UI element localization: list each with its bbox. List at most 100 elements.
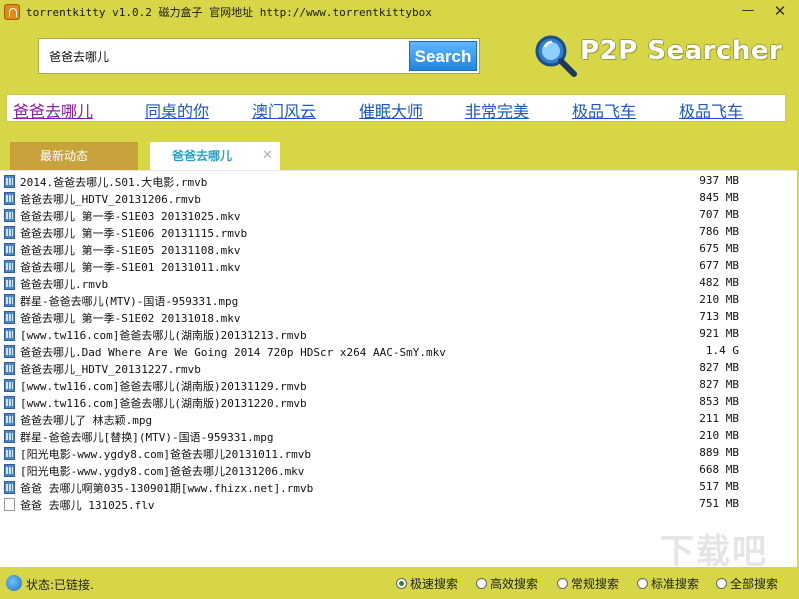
file-name: 爸爸去哪儿_HDTV_20131206.rmvb: [20, 193, 201, 206]
result-row[interactable]: 爸爸去哪儿 第一季-S1E02 20131018.mkv 713 MB: [0, 309, 797, 326]
title-bar: torrentkitty v1.0.2 磁力盒子 官网地址 http://www…: [0, 0, 799, 24]
video-file-icon: [4, 447, 15, 460]
result-row[interactable]: 爸爸去哪儿了 林志颖.mpg 211 MB: [0, 411, 797, 428]
file-name: 群星-爸爸去哪儿[替换](MTV)-国语-959331.mpg: [20, 431, 274, 444]
search-input[interactable]: [39, 39, 407, 73]
file-size: 668 MB: [699, 463, 739, 476]
video-file-icon: [4, 311, 15, 324]
status-bar: 状态:已链接. 极速搜索 高效搜索 常规搜索 标准搜索 全部搜索: [0, 567, 799, 599]
radio-icon[interactable]: [476, 578, 487, 589]
mode-option[interactable]: 全部搜索: [716, 575, 778, 592]
hot-keyword-link[interactable]: 催眠大师: [359, 98, 423, 122]
file-size: 889 MB: [699, 446, 739, 459]
result-row[interactable]: 爸爸去哪儿.rmvb 482 MB: [0, 275, 797, 292]
hot-keyword-link[interactable]: 极品飞车: [572, 98, 636, 122]
result-row[interactable]: [www.tw116.com]爸爸去哪儿(湖南版)20131129.rmvb 82…: [0, 377, 797, 394]
result-row[interactable]: 爸爸去哪儿 第一季-S1E01 20131011.mkv 677 MB: [0, 258, 797, 275]
document-file-icon: [4, 498, 15, 511]
results-list: 2014.爸爸去哪儿.S01.大电影.rmvb 937 MB 爸爸去哪儿_HDTV…: [0, 170, 797, 568]
file-size: 211 MB: [699, 412, 739, 425]
app-lock-icon: [4, 4, 20, 20]
file-size: 1.4 G: [705, 344, 739, 357]
tab-search-result[interactable]: 爸爸去哪儿 ✕: [150, 142, 280, 170]
tab-label: 爸爸去哪儿: [172, 149, 233, 163]
mode-option[interactable]: 极速搜索: [396, 575, 458, 592]
file-size: 853 MB: [699, 395, 739, 408]
search-box: Search: [38, 38, 480, 74]
file-name: 群星-爸爸去哪儿(MTV)-国语-959331.mpg: [20, 295, 239, 308]
file-size: 845 MB: [699, 191, 739, 204]
result-row[interactable]: 爸爸 去哪儿啊第035-130901期[www.fhizx.net].rmvb 5…: [0, 479, 797, 496]
file-name: 爸爸去哪儿 第一季-S1E02 20131018.mkv: [20, 312, 241, 325]
file-name: 爸爸 去哪儿啊第035-130901期[www.fhizx.net].rmvb: [20, 482, 314, 495]
mode-option[interactable]: 标准搜索: [637, 575, 699, 592]
result-row[interactable]: 爸爸去哪儿 第一季-S1E03 20131025.mkv 707 MB: [0, 207, 797, 224]
mode-label: 常规搜索: [571, 577, 620, 591]
hot-keyword-link[interactable]: 非常完美: [465, 98, 529, 122]
result-row[interactable]: [www.tw116.com]爸爸去哪儿(湖南版)20131213.rmvb 92…: [0, 326, 797, 343]
file-size: 210 MB: [699, 293, 739, 306]
video-file-icon: [4, 481, 15, 494]
result-row[interactable]: 爸爸 去哪儿 131025.flv 751 MB: [0, 496, 797, 513]
video-file-icon: [4, 192, 15, 205]
file-name: 爸爸去哪儿 第一季-S1E03 20131025.mkv: [20, 210, 241, 223]
hot-keyword-link[interactable]: 同桌的你: [145, 98, 209, 122]
result-row[interactable]: 爸爸去哪儿.Dad Where Are We Going 2014 720p H…: [0, 343, 797, 360]
file-size: 827 MB: [699, 378, 739, 391]
file-size: 707 MB: [699, 208, 739, 221]
radio-icon[interactable]: [716, 578, 727, 589]
file-name: [www.tw116.com]爸爸去哪儿(湖南版)20131129.rmvb: [20, 380, 307, 393]
hot-keyword-link[interactable]: 极品飞车: [679, 98, 743, 122]
file-name: 2014.爸爸去哪儿.S01.大电影.rmvb: [20, 176, 208, 189]
file-size: 677 MB: [699, 259, 739, 272]
close-button[interactable]: ✕: [764, 0, 796, 22]
video-file-icon: [4, 464, 15, 477]
file-size: 751 MB: [699, 497, 739, 510]
close-tab-icon[interactable]: ✕: [262, 142, 273, 170]
result-row[interactable]: [阳光电影-www.ygdy8.com]爸爸去哪儿20131206.mkv 668…: [0, 462, 797, 479]
minimize-button[interactable]: —: [732, 0, 764, 22]
video-file-icon: [4, 209, 15, 222]
video-file-icon: [4, 413, 15, 426]
result-row[interactable]: 2014.爸爸去哪儿.S01.大电影.rmvb 937 MB: [0, 173, 797, 190]
video-file-icon: [4, 260, 15, 273]
result-row[interactable]: 爸爸去哪儿_HDTV_20131227.rmvb 827 MB: [0, 360, 797, 377]
tab-latest-news[interactable]: 最新动态: [10, 142, 138, 170]
tab-label: 最新动态: [40, 149, 89, 163]
magnifier-icon: [535, 35, 577, 77]
file-name: 爸爸去哪儿.Dad Where Are We Going 2014 720p H…: [20, 346, 446, 359]
result-row[interactable]: 爸爸去哪儿_HDTV_20131206.rmvb 845 MB: [0, 190, 797, 207]
file-size: 210 MB: [699, 429, 739, 442]
file-name: 爸爸去哪儿 第一季-S1E01 20131011.mkv: [20, 261, 241, 274]
video-file-icon: [4, 294, 15, 307]
result-row[interactable]: 爸爸去哪儿 第一季-S1E06 20131115.rmvb 786 MB: [0, 224, 797, 241]
radio-icon[interactable]: [637, 578, 648, 589]
video-file-icon: [4, 396, 15, 409]
globe-icon: [6, 575, 22, 591]
radio-selected-icon[interactable]: [396, 578, 407, 589]
result-row[interactable]: 群星-爸爸去哪儿[替换](MTV)-国语-959331.mpg 210 MB: [0, 428, 797, 445]
mode-label: 全部搜索: [730, 577, 779, 591]
file-name: [阳光电影-www.ygdy8.com]爸爸去哪儿20131206.mkv: [20, 465, 305, 478]
hot-keyword-link[interactable]: 爸爸去哪儿: [13, 98, 93, 122]
file-name: 爸爸去哪儿了 林志颖.mpg: [20, 414, 153, 427]
mode-option[interactable]: 高效搜索: [476, 575, 538, 592]
window-title: torrentkitty v1.0.2 磁力盒子 官网地址 http://www…: [26, 6, 432, 19]
file-size: 937 MB: [699, 174, 739, 187]
brand-text: P2P Searcher: [580, 36, 783, 66]
result-row[interactable]: [阳光电影-www.ygdy8.com]爸爸去哪儿20131011.rmvb 88…: [0, 445, 797, 462]
file-size: 482 MB: [699, 276, 739, 289]
result-row[interactable]: 爸爸去哪儿 第一季-S1E05 20131108.mkv 675 MB: [0, 241, 797, 258]
video-file-icon: [4, 379, 15, 392]
video-file-icon: [4, 430, 15, 443]
video-file-icon: [4, 175, 15, 188]
hot-keyword-link[interactable]: 澳门风云: [252, 98, 316, 122]
file-size: 517 MB: [699, 480, 739, 493]
file-size: 786 MB: [699, 225, 739, 238]
result-row[interactable]: 群星-爸爸去哪儿(MTV)-国语-959331.mpg 210 MB: [0, 292, 797, 309]
search-button[interactable]: Search: [409, 41, 477, 71]
result-row[interactable]: [www.tw116.com]爸爸去哪儿(湖南版)20131220.rmvb 85…: [0, 394, 797, 411]
mode-option[interactable]: 常规搜索: [557, 575, 619, 592]
radio-icon[interactable]: [557, 578, 568, 589]
video-file-icon: [4, 277, 15, 290]
